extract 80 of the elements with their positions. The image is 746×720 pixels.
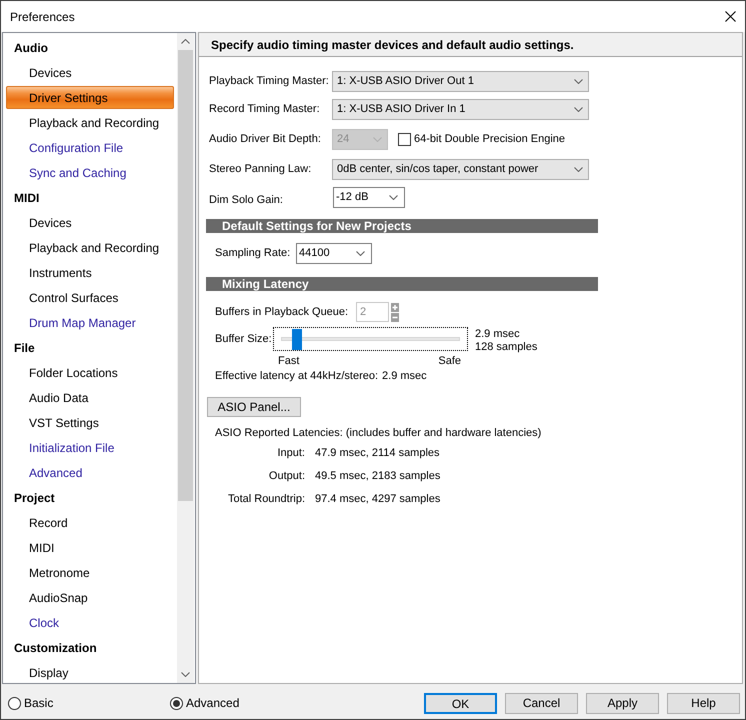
window-title: Preferences: [10, 8, 75, 26]
sidebar-item[interactable]: Drum Map Manager: [6, 311, 174, 334]
radio-button[interactable]: Basic: [8, 694, 54, 712]
field-label: Buffers in Playback Queue:: [215, 304, 350, 320]
field-label: Input:: [276, 447, 305, 460]
sidebar-item[interactable]: Driver Settings: [6, 86, 174, 109]
sidebar-category[interactable]: MIDI: [6, 186, 174, 209]
dropdown[interactable]: 0dB center, sin/cos taper, constant power: [332, 159, 589, 180]
slider-thumb[interactable]: [292, 328, 302, 350]
sidebar-category[interactable]: File: [6, 336, 174, 359]
minus-icon[interactable]: [391, 312, 399, 322]
slider-track[interactable]: [281, 328, 460, 350]
slider-reading: 128 samples: [475, 341, 538, 354]
dropdown[interactable]: -12 dB: [333, 187, 405, 208]
slider-min-label: Fast: [278, 355, 300, 368]
dropdown[interactable]: 44100: [296, 243, 372, 264]
panel-heading: Specify audio timing master devices and default audio settings.: [199, 33, 742, 57]
sidebar-item[interactable]: VST Settings: [6, 411, 174, 434]
dialog-button[interactable]: Apply: [586, 692, 659, 714]
sidebar-category[interactable]: Project: [6, 486, 174, 509]
dropdown[interactable]: 1: X-USB ASIO Driver In 1: [332, 99, 589, 120]
sidebar-item[interactable]: Playback and Recording: [6, 236, 174, 259]
chevron-down-icon: [574, 79, 583, 84]
asio-panel-button[interactable]: ASIO Panel...: [207, 397, 301, 417]
sidebar-item[interactable]: Instruments: [6, 261, 174, 284]
dialog-button[interactable]: Help: [667, 692, 740, 714]
chevron-up-icon[interactable]: [181, 39, 190, 44]
slider-max-label: Safe: [438, 355, 461, 368]
latency-note: ASIO Reported Latencies: (includes buffer and hardware latencies): [214, 427, 542, 440]
slider[interactable]: [273, 327, 468, 351]
field-label: Audio Driver Bit Depth:: [209, 132, 322, 148]
latency-value: 2.9 msec: [382, 370, 427, 383]
checkbox[interactable]: [398, 133, 411, 146]
sidebar-item[interactable]: Record: [6, 511, 174, 534]
chevron-down-icon[interactable]: [181, 672, 190, 677]
section-header: Mixing Latency: [206, 277, 598, 291]
sidebar-item[interactable]: Folder Locations: [6, 361, 174, 384]
field-label: Stereo Panning Law:: [209, 162, 312, 178]
field-label: Total Roundtrip:: [226, 493, 305, 506]
latency-value: 47.9 msec, 2114 samples: [315, 447, 440, 460]
latency-value: 49.5 msec, 2183 samples: [315, 470, 440, 483]
sidebar-item[interactable]: Initialization File: [6, 436, 174, 459]
dialog-button[interactable]: Cancel: [505, 692, 578, 714]
checkbox-label: 64-bit Double Precision Engine: [414, 132, 566, 148]
plus-icon[interactable]: [391, 302, 399, 312]
sidebar-item[interactable]: Audio Data: [6, 386, 174, 409]
field-label: Effective latency at 44kHz/stereo:: [215, 370, 378, 383]
slider-reading: 2.9 msec: [475, 328, 521, 341]
field-label: Sampling Rate:: [215, 246, 292, 262]
field-label: Playback Timing Master:: [209, 74, 330, 90]
sidebar-item[interactable]: Playback and Recording: [6, 111, 174, 134]
section-header: Default Settings for New Projects: [206, 219, 598, 233]
field-label: Record Timing Master:: [209, 102, 321, 118]
dialog-button[interactable]: OK: [424, 692, 497, 714]
sidebar-item[interactable]: Clock: [6, 611, 174, 634]
chevron-down-icon: [356, 251, 365, 256]
latency-value: 97.4 msec, 4297 samples: [315, 493, 440, 506]
sidebar-item[interactable]: MIDI: [6, 536, 174, 559]
field-label: Buffer Size:: [215, 332, 273, 347]
chevron-down-icon: [389, 195, 398, 200]
sidebar-item[interactable]: Configuration File: [6, 136, 174, 159]
sidebar-item[interactable]: Devices: [6, 211, 174, 234]
chevron-down-icon: [574, 107, 583, 112]
sidebar-item[interactable]: Advanced: [6, 461, 174, 484]
sidebar-item[interactable]: Sync and Caching: [6, 161, 174, 184]
scrollbar-thumb[interactable]: [178, 50, 193, 501]
sidebar-category[interactable]: Customization: [6, 636, 174, 659]
field-label: Output:: [268, 470, 305, 483]
dropdown[interactable]: 1: X-USB ASIO Driver Out 1: [332, 71, 589, 92]
sidebar-item[interactable]: Control Surfaces: [6, 286, 174, 309]
sidebar-item[interactable]: Metronome: [6, 561, 174, 584]
chevron-down-icon: [373, 137, 382, 142]
sidebar-item[interactable]: Devices: [6, 61, 174, 84]
chevron-down-icon: [574, 167, 583, 172]
radio-button[interactable]: Advanced: [170, 694, 240, 712]
sidebar-item[interactable]: AudioSnap: [6, 586, 174, 609]
close-icon[interactable]: [725, 11, 736, 22]
sidebar-item[interactable]: Display: [6, 661, 174, 683]
field-label: Dim Solo Gain:: [209, 193, 284, 207]
sidebar-category[interactable]: Audio: [6, 36, 174, 59]
